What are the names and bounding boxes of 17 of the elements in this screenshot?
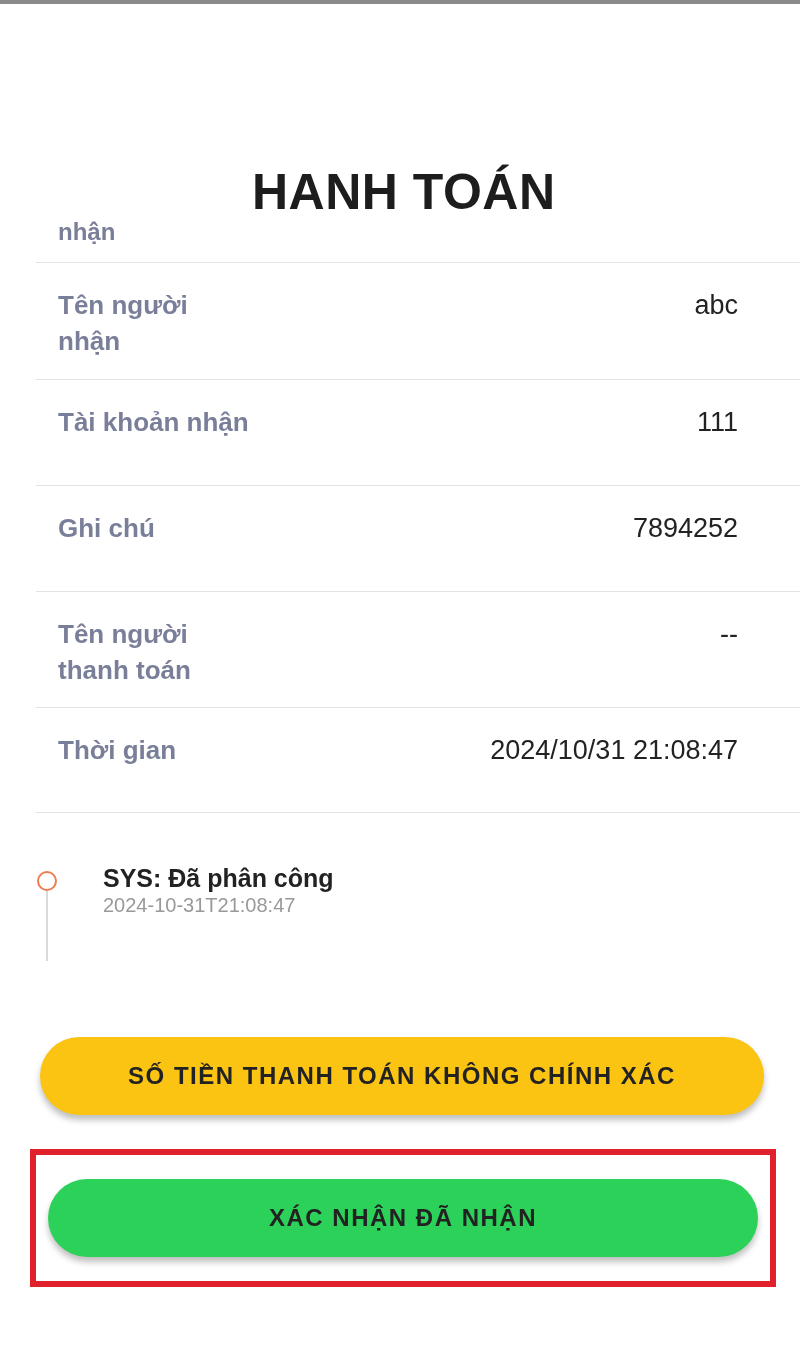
field-value: -- [720, 618, 738, 651]
field-label: Tên người thanh toán [58, 618, 191, 687]
field-value: 111 [696, 406, 738, 439]
warning-button[interactable]: SỐ TIỀN THANH TOÁN KHÔNG CHÍNH XÁC [40, 1037, 764, 1115]
confirm-button[interactable]: XÁC NHẬN ĐÃ NHẬN [48, 1179, 758, 1257]
timeline-time: 2024-10-31T21:08:47 [103, 893, 297, 917]
field-label: Ghi chú [58, 512, 155, 545]
field-value: abc [694, 289, 738, 322]
field-value: 7894252 [632, 512, 738, 545]
field-label: nhận [58, 220, 116, 245]
field-label: Thời gian [58, 734, 177, 767]
timeline-dot [37, 871, 57, 891]
field-label: Tài khoản nhận [58, 406, 249, 439]
page-title: HANH TOÁN [251, 163, 557, 222]
field-value: 2024/10/31 21:08:47 [490, 734, 738, 767]
timeline-title: SYS: Đã phân công [103, 863, 334, 893]
field-label: Tên người nhận [58, 289, 188, 358]
